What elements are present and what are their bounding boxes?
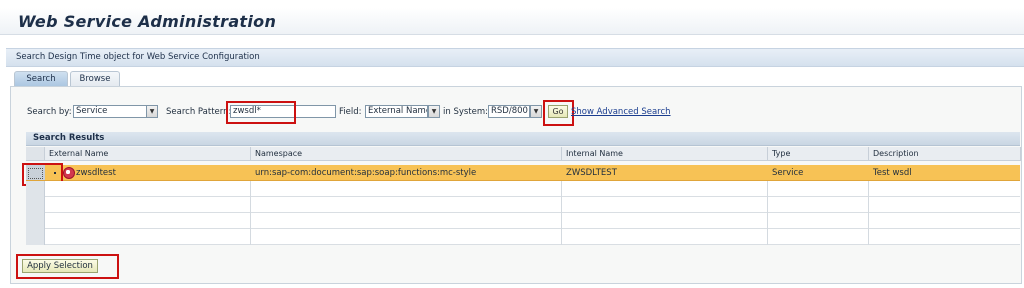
table-row[interactable] bbox=[26, 229, 1020, 245]
show-advanced-search-link[interactable]: Show Advanced Search bbox=[571, 107, 671, 117]
search-by-select[interactable]: Service bbox=[73, 105, 147, 118]
system-select[interactable]: RSD/800 bbox=[488, 105, 530, 118]
column-header-external-name[interactable]: External Name bbox=[45, 147, 251, 161]
search-by-dropdown-icon[interactable]: ▼ bbox=[146, 105, 158, 118]
tab-browse[interactable]: Browse bbox=[70, 71, 120, 87]
results-title: Search Results bbox=[33, 133, 105, 143]
annotation-box-pattern bbox=[226, 101, 296, 124]
cell-internal-name: ZWSDLTEST bbox=[566, 168, 617, 178]
search-by-label: Search by: bbox=[27, 107, 72, 117]
row-selector-column bbox=[26, 181, 45, 245]
system-dropdown-icon[interactable]: ▼ bbox=[530, 105, 542, 118]
grid-line bbox=[767, 181, 768, 245]
cell-namespace: urn:sap-com:document:sap:soap:functions:… bbox=[255, 168, 477, 178]
column-header-description[interactable]: Description bbox=[869, 147, 1021, 161]
column-header-type[interactable]: Type bbox=[768, 147, 869, 161]
grid-line bbox=[561, 181, 562, 245]
field-select[interactable]: External Name bbox=[365, 105, 428, 118]
annotation-box-apply bbox=[16, 254, 119, 279]
tab-search[interactable]: Search bbox=[14, 71, 68, 87]
table-row[interactable] bbox=[26, 213, 1020, 229]
annotation-box-go bbox=[543, 100, 574, 126]
table-row[interactable] bbox=[26, 181, 1020, 197]
results-header: Search Results bbox=[26, 132, 1020, 146]
table-row[interactable] bbox=[26, 197, 1020, 213]
cell-description: Test wsdl bbox=[873, 168, 912, 178]
grid-line bbox=[250, 181, 251, 245]
section-title: Search Design Time object for Web Servic… bbox=[16, 52, 260, 62]
web-service-icon bbox=[63, 167, 75, 179]
column-header-namespace[interactable]: Namespace bbox=[251, 147, 562, 161]
table-row[interactable]: zwsdltest urn:sap-com:document:sap:soap:… bbox=[26, 165, 1020, 181]
cell-type: Service bbox=[772, 168, 804, 178]
field-dropdown-icon[interactable]: ▼ bbox=[428, 105, 440, 118]
grid-line bbox=[868, 181, 869, 245]
field-label: Field: bbox=[339, 107, 362, 117]
page-title: Web Service Administration bbox=[18, 12, 277, 31]
select-column-header bbox=[26, 147, 45, 161]
column-header-internal-name[interactable]: Internal Name bbox=[562, 147, 768, 161]
cell-external-name: zwsdltest bbox=[76, 168, 116, 178]
section-bar: Search Design Time object for Web Servic… bbox=[6, 48, 1024, 67]
page-header: Web Service Administration bbox=[0, 8, 1024, 35]
search-pattern-label: Search Pattern: bbox=[166, 107, 232, 117]
system-label: in System: bbox=[443, 107, 489, 117]
